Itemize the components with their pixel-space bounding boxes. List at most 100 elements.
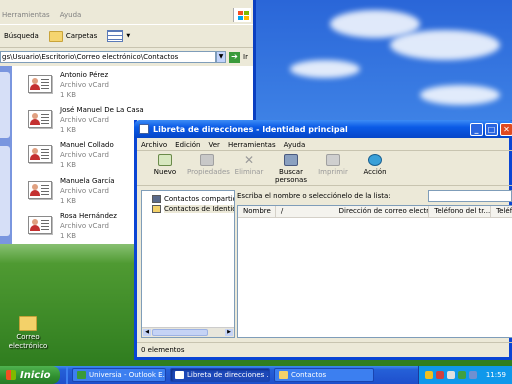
system-tray: 11:59 xyxy=(418,366,512,384)
address-dropdown-button[interactable]: ▼ xyxy=(216,51,226,63)
address-input[interactable]: gs\Usuario\Escritorio\Correo electrónico… xyxy=(0,51,216,63)
close-button[interactable]: ✕ xyxy=(500,123,512,136)
delete-button[interactable]: ✕ Eliminar xyxy=(229,152,269,176)
print-button[interactable]: Imprimir xyxy=(313,152,353,176)
column-sort[interactable]: / xyxy=(276,206,334,218)
menu-herramientas[interactable]: Herramientas xyxy=(2,11,50,19)
desktop: Herramientas Ayuda Búsqueda Carpetas ▼ g… xyxy=(0,0,512,366)
contact-name: José Manuel De La Casa xyxy=(60,106,144,114)
action-icon xyxy=(368,154,382,166)
views-button[interactable]: ▼ xyxy=(105,27,132,45)
scroll-thumb[interactable] xyxy=(152,329,208,336)
title-bar[interactable]: Libreta de direcciones - Identidad princ… xyxy=(134,120,512,138)
chevron-down-icon: ▼ xyxy=(126,33,131,39)
folders-button[interactable]: Carpetas xyxy=(47,27,100,45)
contacts-list: Nombre / Dirección de correo electr... T… xyxy=(237,205,512,338)
action-label: Acción xyxy=(363,168,387,176)
security-shield-icon[interactable] xyxy=(425,371,433,379)
print-icon xyxy=(326,154,340,166)
taskbar: Inicio Universia - Outlook E... Libreta … xyxy=(0,366,512,384)
folder-icon xyxy=(152,205,161,213)
menu-edicion[interactable]: Edición xyxy=(175,141,200,149)
shared-contacts-icon xyxy=(152,195,161,203)
contact-name: Antonio Pérez xyxy=(60,71,109,79)
menu-archivo[interactable]: Archivo xyxy=(141,141,167,149)
go-arrow-icon[interactable]: ➔ xyxy=(229,51,240,63)
horizontal-scrollbar[interactable]: ◀ ▶ xyxy=(142,327,234,337)
action-button[interactable]: Acción xyxy=(355,152,395,176)
vcard-icon xyxy=(28,108,54,130)
address-bar: gs\Usuario\Escritorio\Correo electrónico… xyxy=(0,50,253,64)
tree-label: Contactos compartidos xyxy=(164,195,234,203)
column-name[interactable]: Nombre xyxy=(238,206,276,218)
tree-item-identity[interactable]: Contactos de Identidad xyxy=(142,204,234,214)
folders-label: Carpetas xyxy=(65,32,98,40)
minimize-button[interactable]: _ xyxy=(470,123,483,136)
contact-type: Archivo vCard xyxy=(60,81,109,89)
find-people-label: Buscar personas xyxy=(275,168,307,184)
list-item[interactable]: Rosa Hernández Archivo vCard 1 KB xyxy=(28,211,117,241)
task-label: Libreta de direcciones ... xyxy=(187,371,270,379)
list-item[interactable]: Manuela García Archivo vCard 1 KB xyxy=(28,176,115,206)
column-work-phone[interactable]: Teléfono del tr... xyxy=(429,206,492,218)
menubar: Archivo Edición Ver Herramientas Ayuda xyxy=(137,139,512,151)
column-phone[interactable]: Teléfo xyxy=(491,206,512,218)
delete-label: Eliminar xyxy=(234,168,264,176)
start-label: Inicio xyxy=(20,369,51,381)
address-book-icon xyxy=(175,371,184,379)
list-item[interactable]: José Manuel De La Casa Archivo vCard 1 KB xyxy=(28,105,144,135)
outlook-icon xyxy=(77,371,86,379)
contact-type: Archivo vCard xyxy=(60,151,109,159)
network-icon[interactable] xyxy=(458,371,466,379)
maximize-button[interactable]: □ xyxy=(485,123,498,136)
vcard-icon xyxy=(28,143,54,165)
search-input[interactable] xyxy=(428,190,512,202)
taskbar-item-contacts[interactable]: Contactos xyxy=(274,368,374,382)
properties-button[interactable]: Propiedades xyxy=(187,152,230,176)
menu-ayuda[interactable]: Ayuda xyxy=(60,11,82,19)
new-button[interactable]: Nuevo xyxy=(145,152,185,176)
cloud xyxy=(420,85,500,105)
explorer-menubar: Herramientas Ayuda xyxy=(0,8,253,22)
contact-name: Manuela García xyxy=(60,177,115,185)
column-email[interactable]: Dirección de correo electr... xyxy=(334,206,430,218)
clock[interactable]: 11:59 xyxy=(486,371,506,379)
search-button[interactable]: Búsqueda xyxy=(2,27,41,45)
task-label: Contactos xyxy=(291,371,327,379)
taskbar-item-outlook[interactable]: Universia - Outlook E... xyxy=(72,368,166,382)
scroll-right-icon[interactable]: ▶ xyxy=(225,329,233,336)
cloud xyxy=(390,30,500,60)
contact-size: 1 KB xyxy=(60,232,77,240)
search-label: Búsqueda xyxy=(4,32,39,40)
list-item[interactable]: Manuel Collado Archivo vCard 1 KB xyxy=(28,140,114,170)
start-button[interactable]: Inicio xyxy=(0,366,60,384)
go-label[interactable]: Ir xyxy=(243,53,248,61)
views-icon xyxy=(107,30,124,42)
contact-type: Archivo vCard xyxy=(60,116,109,124)
explorer-toolbar: Búsqueda Carpetas ▼ xyxy=(0,24,253,48)
desktop-icon-email-folder[interactable]: Correo electrónico xyxy=(8,316,48,351)
find-people-button[interactable]: Buscar personas xyxy=(271,152,311,184)
menu-ayuda[interactable]: Ayuda xyxy=(284,141,306,149)
menu-ver[interactable]: Ver xyxy=(209,141,220,149)
menu-herramientas[interactable]: Herramientas xyxy=(228,141,276,149)
address-book-icon xyxy=(139,124,149,134)
contact-size: 1 KB xyxy=(60,91,77,99)
scroll-left-icon[interactable]: ◀ xyxy=(143,329,151,336)
list-header: Nombre / Dirección de correo electr... T… xyxy=(238,206,512,218)
task-label: Universia - Outlook E... xyxy=(89,371,166,379)
vcard-icon xyxy=(28,73,54,95)
tree-label: Contactos de Identidad xyxy=(164,205,234,213)
quicklaunch-divider xyxy=(66,366,68,384)
tray-app-icon[interactable] xyxy=(447,371,455,379)
tree-item-shared[interactable]: Contactos compartidos xyxy=(142,194,234,204)
vcard-icon xyxy=(28,179,54,201)
tray-app-icon[interactable] xyxy=(469,371,477,379)
contact-type: Archivo vCard xyxy=(60,222,109,230)
tray-app-icon[interactable] xyxy=(436,371,444,379)
taskbar-item-address-book[interactable]: Libreta de direcciones ... xyxy=(170,368,270,382)
list-item[interactable]: Antonio Pérez Archivo vCard 1 KB xyxy=(28,70,109,100)
contact-type: Archivo vCard xyxy=(60,187,109,195)
contact-size: 1 KB xyxy=(60,197,77,205)
properties-label: Propiedades xyxy=(187,168,230,176)
